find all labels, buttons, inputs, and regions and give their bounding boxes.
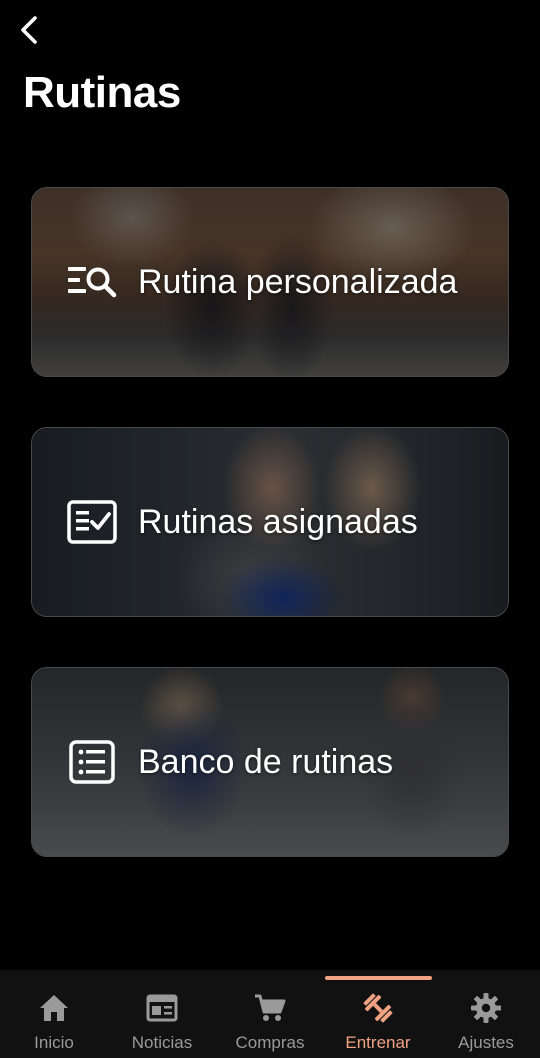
back-button[interactable] (14, 14, 44, 46)
page-title: Rutinas (23, 68, 181, 117)
dumbbell-icon (361, 992, 395, 1024)
active-tab-indicator (325, 976, 432, 980)
tab-label: Compras (235, 1033, 305, 1052)
cart-icon (253, 992, 287, 1024)
tab-compras[interactable]: Compras (216, 970, 324, 1058)
bottom-tab-bar: Inicio Noticias Compras Entrenar Ajustes (0, 970, 540, 1058)
gear-icon (469, 992, 503, 1024)
tab-inicio[interactable]: Inicio (0, 970, 108, 1058)
tab-label: Entrenar (345, 1033, 411, 1052)
card-label: Rutinas asignadas (138, 502, 418, 541)
routines-screen: Rutinas Rutina personalizada Rutinas asi… (0, 0, 540, 1058)
home-icon (37, 992, 71, 1024)
tab-label: Noticias (131, 1033, 193, 1052)
tab-label: Ajustes (458, 1033, 514, 1052)
list-icon (66, 739, 118, 785)
tab-ajustes[interactable]: Ajustes (432, 970, 540, 1058)
card-label: Rutina personalizada (138, 262, 458, 301)
card-banco-de-rutinas[interactable]: Banco de rutinas (31, 667, 509, 857)
card-rutinas-asignadas[interactable]: Rutinas asignadas (31, 427, 509, 617)
tab-entrenar[interactable]: Entrenar (324, 970, 432, 1058)
tab-noticias[interactable]: Noticias (108, 970, 216, 1058)
card-label: Banco de rutinas (138, 742, 394, 781)
list-search-icon (66, 259, 118, 305)
tab-label: Inicio (34, 1033, 74, 1052)
card-rutina-personalizada[interactable]: Rutina personalizada (31, 187, 509, 377)
checklist-icon (66, 499, 118, 545)
chevron-left-icon (21, 16, 37, 44)
newspaper-icon (145, 992, 179, 1024)
